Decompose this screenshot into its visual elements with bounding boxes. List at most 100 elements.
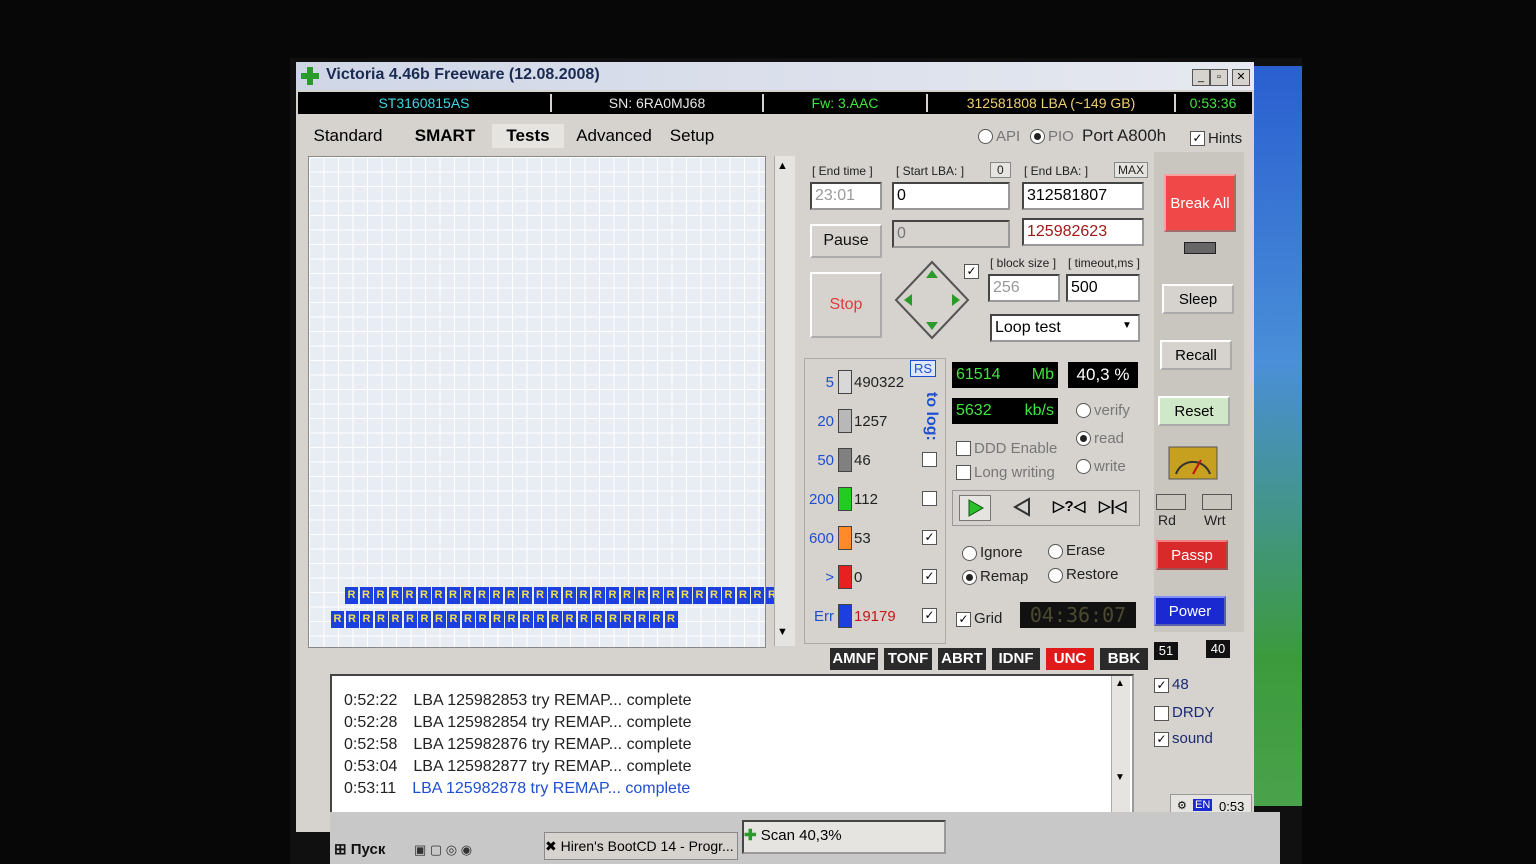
log-entry: 0:53:11 LBA 125982878 try REMAP... comple… [344,780,690,798]
remapped-block: R [447,611,460,628]
drdy-checkbox[interactable] [1154,706,1169,721]
scroll-down-icon[interactable]: ▼ [777,626,788,638]
log-scrollbar[interactable]: ▲ ▼ [1111,676,1130,812]
log-scroll-down-icon[interactable]: ▼ [1115,772,1125,783]
stat-log-checkbox[interactable] [922,491,937,506]
remapped-block: R [476,611,489,628]
window-title: Victoria 4.46b Freeware (12.08.2008) [326,66,600,83]
reset-button[interactable]: Reset [1158,396,1230,426]
remapped-block: R [490,611,504,628]
log-entry: 0:52:28 LBA 125982854 try REMAP... comple… [344,714,691,732]
mode-dropdown-icon[interactable]: ▼ [1122,320,1132,331]
pause-button[interactable]: Pause [810,224,882,258]
rs-button[interactable]: RS [910,360,937,377]
log-message: LBA 125982876 try REMAP... complete [413,736,692,753]
ddd-enable-checkbox[interactable] [956,441,971,456]
stat-count: 0 [854,569,863,586]
task-hirens[interactable]: ✖ Hiren's BootCD 14 - Progr... [544,832,738,860]
stat-log-checkbox[interactable]: ✓ [922,569,937,584]
tab-smart[interactable]: SMART [402,124,488,148]
remapped-block: R [736,587,750,604]
lba48-checkbox[interactable]: ✓ [1154,678,1169,693]
api-radio[interactable] [978,129,993,144]
log-time: 0:52:58 [344,736,398,753]
quick-launch-icons[interactable]: ▣ ▢ ◎ ◉ [414,842,472,858]
remap-label: Remap [980,568,1029,585]
wrt-indicator [1202,494,1232,510]
log-message: LBA 125982877 try REMAP... complete [413,758,692,775]
log-scroll-up-icon[interactable]: ▲ [1115,678,1125,689]
speed-unit: kb/s [1024,402,1054,419]
seek-unknown-button[interactable]: ▷?◁ [1053,497,1085,515]
remap-radio[interactable] [962,570,977,585]
stat-count: 1257 [854,413,888,430]
start-lba-field[interactable]: 0 [892,182,1010,210]
drdy-label: DRDY [1172,704,1215,721]
tray-lang[interactable]: EN [1193,799,1213,811]
erase-radio[interactable] [1048,544,1063,559]
stat-log-checkbox[interactable]: ✓ [922,608,937,623]
remapped-block: R [620,587,634,604]
start-label: Пуск [350,841,386,858]
ddd-enable-label: DDD Enable [974,440,1058,457]
pio-radio[interactable] [1030,129,1045,144]
write-radio[interactable] [1076,459,1091,474]
read-radio[interactable] [1076,431,1091,446]
minimize-button[interactable]: _ [1192,69,1210,86]
end-time-label: [ End time ] [812,164,873,178]
end-lba-max-button[interactable]: MAX [1114,162,1149,178]
remapped-block: R [461,611,475,628]
remapped-block: R [606,611,620,628]
ignore-radio[interactable] [962,546,977,561]
break-all-button[interactable]: Break All [1164,174,1236,232]
test-mode-select[interactable]: Loop test [990,314,1140,342]
end-lba-field[interactable]: 312581807 [1022,182,1144,210]
task-victoria-scan[interactable]: ✚ Scan 40,3% [742,820,946,854]
stat-log-checkbox[interactable] [922,452,937,467]
hints-checkbox[interactable]: ✓ [1190,131,1205,146]
remapped-block: R [591,587,605,604]
play-button[interactable] [959,495,991,521]
tab-standard[interactable]: Standard [300,124,396,148]
grid-checkbox[interactable]: ✓ [956,612,971,627]
direction-checkbox[interactable]: ✓ [964,264,979,279]
remapped-block: R [418,611,431,628]
remapped-block: R [331,611,344,628]
tab-setup[interactable]: Setup [662,124,722,148]
sound-checkbox[interactable]: ✓ [1154,732,1169,747]
skip-end-button[interactable]: ▷|◁ [1099,497,1126,515]
tab-advanced[interactable]: Advanced [568,124,660,148]
grid-scrollbar[interactable]: ▲ ▼ [774,156,795,646]
verify-radio[interactable] [1076,403,1091,418]
tab-tests[interactable]: Tests [492,124,564,148]
remapped-block: R [461,587,474,604]
close-button[interactable]: ✕ [1232,69,1250,86]
direction-pad[interactable] [892,258,972,342]
restore-radio[interactable] [1048,568,1063,583]
start-button[interactable]: ⊞ Пуск [334,840,385,858]
current-lba-field[interactable]: 125982623 [1022,218,1144,246]
stat-log-checkbox[interactable]: ✓ [922,530,937,545]
maximize-button[interactable]: ▫ [1210,69,1228,86]
log-time: 0:53:11 [344,780,397,797]
log-time: 0:52:22 [344,692,398,709]
start-lba-field-2[interactable]: 0 [892,220,1010,248]
passp-button[interactable]: Passp [1156,540,1228,570]
title-bar[interactable]: Victoria 4.46b Freeware (12.08.2008) _ ▫… [296,62,1254,90]
scroll-up-icon[interactable]: ▲ [777,160,788,172]
sleep-button[interactable]: Sleep [1162,284,1234,314]
timeout-select[interactable]: 500 [1066,274,1140,302]
rd-indicator [1156,494,1186,510]
end-time-field[interactable]: 23:01 [810,182,882,210]
rewind-button[interactable] [1007,495,1037,519]
remapped-block: R [635,587,648,604]
long-writing-checkbox[interactable] [956,465,971,480]
start-lba-zero-button[interactable]: 0 [990,162,1011,178]
recall-button[interactable]: Recall [1160,340,1232,370]
remapped-block: R [417,587,431,604]
power-button[interactable]: Power [1154,596,1226,626]
stop-button[interactable]: Stop [810,272,882,338]
block-size-select[interactable]: 256 [988,274,1060,302]
long-writing-label: Long writing [974,464,1055,481]
remapped-block: R [389,611,402,628]
